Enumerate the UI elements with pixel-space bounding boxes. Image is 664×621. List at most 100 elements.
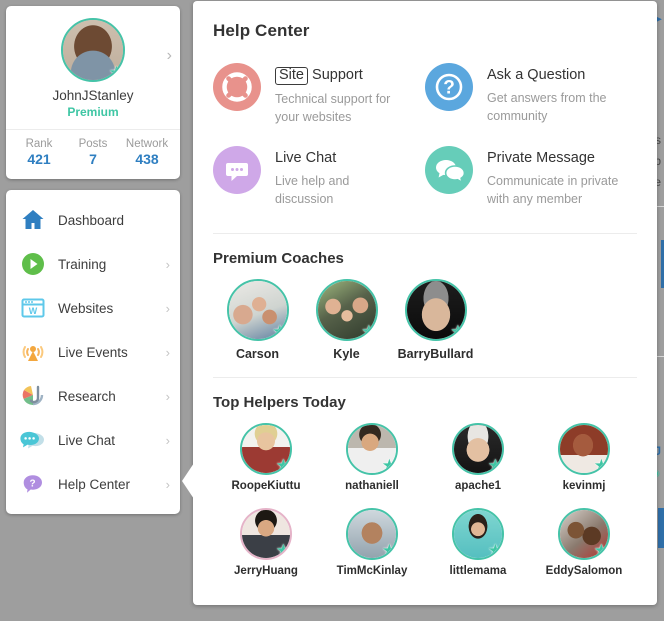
help-option-label: Private Message [487,150,595,167]
help-option-label: Live Chat [275,150,337,167]
sidebar: › ★ JohnJStanley Premium Rank 421 Posts … [6,6,180,514]
sidebar-item-help-center[interactable]: ? Help Center › [6,462,180,506]
chevron-right-icon: › [165,300,170,316]
panel-pointer-notch [182,463,194,499]
help-option-label: Site Support [275,67,363,85]
helper-apache1[interactable]: ★ apache1 [425,422,531,508]
helper-name: TimMcKinlay [336,564,408,577]
help-option-private-message[interactable]: Private Message Communicate in private w… [425,136,637,218]
avatar[interactable]: ★ [452,507,504,560]
helper-jerryhuang[interactable]: ★ JerryHuang [213,507,319,593]
coach-kyle[interactable]: ★ Kyle [302,278,391,361]
sidebar-item-label: Websites [58,300,114,316]
sidebar-item-label: Research [58,388,116,404]
helper-name: RoopeKiuttu [231,479,301,492]
sidebar-item-research[interactable]: Research › [6,374,180,418]
sidebar-item-dashboard[interactable]: Dashboard [6,198,180,242]
coach-carson[interactable]: ★ Carson [213,278,302,361]
star-icon: ★ [272,321,288,341]
avatar[interactable]: ★ [346,507,398,560]
help-option-desc: Get answers from the community [487,91,607,124]
star-icon: ★ [450,321,466,341]
help-option-desc: Technical support for your websites [275,91,391,125]
lifering-icon [213,63,261,111]
help-center-panel: Help Center Site Support Technical suppo… [182,1,657,605]
top-helpers-list: ★ RoopeKiuttu ★ nathaniell ★ apache1 ★ k… [213,422,637,603]
avatar[interactable]: ★ [452,422,504,475]
help-option-desc: Communicate in private with any member [487,174,619,207]
helper-name: nathaniell [345,479,399,492]
help-option-site-support[interactable]: Site Support Technical support for your … [213,53,425,136]
browser-w-icon: W [20,295,46,321]
sidebar-nav: Dashboard Training › W Websites › Live E… [6,190,180,514]
stat-value: 421 [27,151,51,167]
help-option-text: Private Message Communicate in private w… [487,146,623,208]
helper-name: apache1 [454,479,502,492]
stat-label: Network [125,138,169,150]
sidebar-item-label: Training [58,256,107,272]
avatar[interactable]: ★ [226,278,289,341]
sidebar-item-websites[interactable]: W Websites › [6,286,180,330]
help-options-grid: Site Support Technical support for your … [213,47,637,233]
play-icon [20,251,46,277]
sidebar-item-live-chat[interactable]: Live Chat › [6,418,180,462]
avatar[interactable]: ★ [558,422,610,475]
app-root: ➤ s b e J ◉ › ★ JohnJStanley Premium Ran… [0,0,664,621]
avatar[interactable]: ★ [315,278,378,341]
premium-coaches-title: Premium Coaches [213,249,344,267]
help-option-label: Ask a Question [487,67,586,83]
sidebar-item-training[interactable]: Training › [6,242,180,286]
sidebar-item-label: Dashboard [58,212,125,228]
helper-eddysalomon[interactable]: ★ EddySalomon [531,507,637,593]
coach-name: Carson [235,346,280,361]
avatar[interactable]: ★ [240,507,292,560]
helper-timmckinlay[interactable]: ★ TimMcKinlay [319,507,425,593]
chevron-right-icon: › [165,388,170,404]
helper-kevinmj[interactable]: ★ kevinmj [531,422,637,508]
chevron-right-icon: › [165,256,170,272]
sidebar-item-label: Live Chat [58,432,116,448]
help-option-label-rest: Support [312,67,363,83]
premium-coaches-list: ★ Carson ★ Kyle ★ BarryBullard [213,278,637,377]
home-icon [20,207,46,233]
star-icon: ★ [275,455,291,475]
stat-label: Rank [25,138,53,150]
coach-name: BarryBullard [397,346,474,361]
help-option-desc: Live help and discussion [275,174,350,207]
star-icon: ★ [108,63,124,82]
svg-text:?: ? [30,479,36,490]
stat-value: 7 [89,151,97,167]
coach-barrybullard[interactable]: ★ BarryBullard [391,278,480,361]
top-helpers-title: Top Helpers Today [213,393,346,411]
avatar[interactable]: ★ [404,278,467,341]
avatar[interactable]: ★ [240,422,292,475]
help-option-ask-a-question[interactable]: ? Ask a Question Get answers from the co… [425,53,637,136]
star-icon: ★ [361,321,377,341]
helper-name: littlemama [449,564,507,577]
chat-bubble-icon [213,146,261,195]
help-option-text: Live Chat Live help and discussion [275,146,411,208]
chevron-right-icon[interactable]: › [167,48,172,64]
helper-littlemama[interactable]: ★ littlemama [425,507,531,593]
sidebar-item-live-events[interactable]: Live Events › [6,330,180,374]
avatar-wrapper: ★ [6,18,180,82]
profile-card[interactable]: › ★ JohnJStanley Premium Rank 421 Posts … [6,6,180,179]
helper-nathaniell[interactable]: ★ nathaniell [319,422,425,508]
avatar[interactable]: ★ [346,422,398,475]
helper-name: kevinmj [562,479,606,492]
stat-posts: Posts 7 [66,138,120,167]
avatar[interactable]: ★ [61,18,125,82]
help-option-live-chat[interactable]: Live Chat Live help and discussion [213,136,425,218]
help-option-text: Ask a Question Get answers from the comm… [487,63,623,126]
svg-text:W: W [29,306,38,316]
svg-text:?: ? [443,78,455,99]
question-circle-icon: ? [425,63,473,111]
helper-name: JerryHuang [234,564,298,577]
helper-roopekiuttu[interactable]: ★ RoopeKiuttu [213,422,319,508]
avatar[interactable]: ★ [558,507,610,560]
background-accent-bar-2 [658,508,664,548]
chevron-right-icon: › [165,344,170,360]
chat-icon [20,427,46,453]
coach-name: Kyle [333,346,360,361]
profile-username: JohnJStanley [52,88,134,103]
